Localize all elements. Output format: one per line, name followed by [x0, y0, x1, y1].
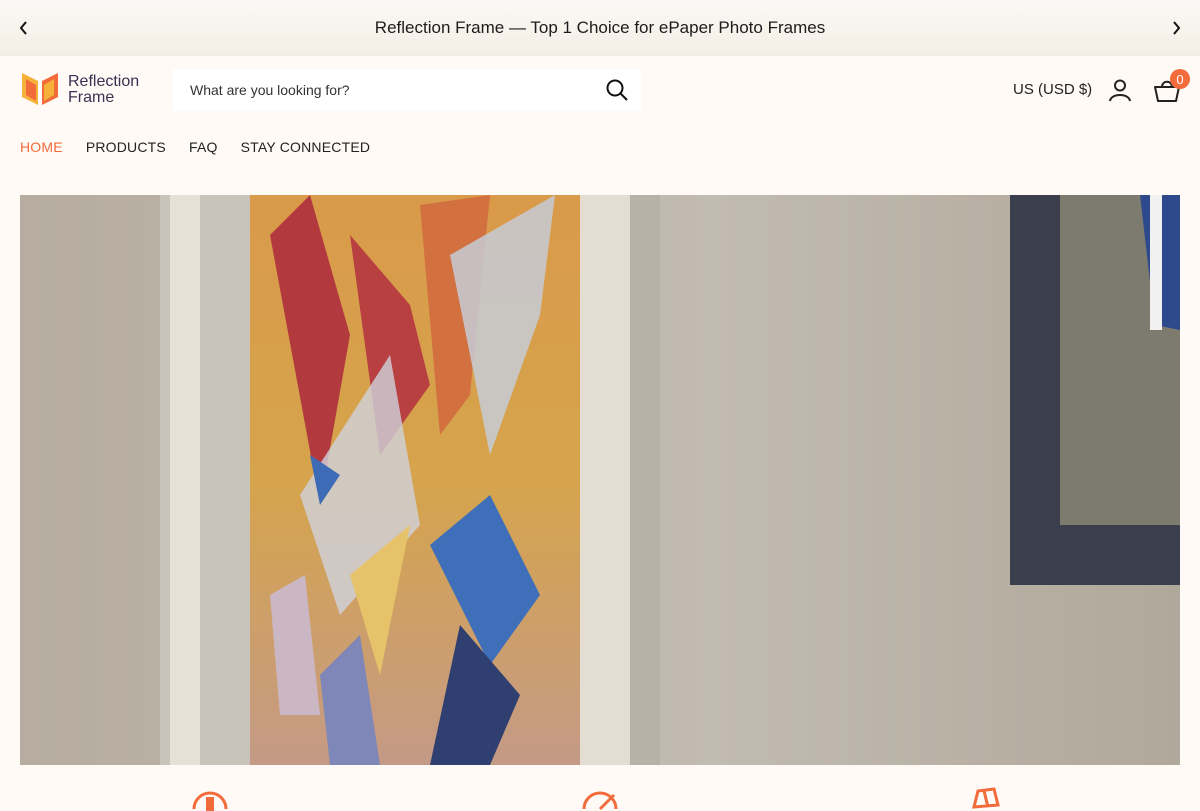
nav-item-home[interactable]: HOME	[20, 139, 63, 155]
announcement-bar: Reflection Frame — Top 1 Choice for ePap…	[0, 0, 1200, 56]
hero-photo-frames	[20, 195, 1180, 765]
hero-image	[20, 195, 1180, 765]
site-logo[interactable]: Reflection Frame	[20, 71, 139, 109]
cart-count-badge: 0	[1170, 69, 1190, 89]
search-button[interactable]	[605, 78, 629, 102]
speed-icon	[582, 791, 618, 811]
site-header: Reflection Frame US (USD $) 0	[0, 56, 1200, 126]
account-button[interactable]	[1108, 78, 1132, 102]
announcement-prev-button[interactable]	[10, 14, 38, 42]
search-bar	[173, 69, 641, 111]
main-nav: HOME PRODUCTS FAQ STAY CONNECTED	[20, 139, 393, 155]
currency-selector[interactable]: US (USD $)	[1013, 81, 1092, 98]
logo-line-1: Reflection	[68, 73, 140, 90]
chevron-right-icon	[1173, 21, 1181, 35]
gift-icon	[972, 787, 1000, 809]
logo-line-2: Frame	[68, 89, 115, 106]
logo-mark-icon	[22, 73, 58, 105]
announcement-text: Reflection Frame — Top 1 Choice for ePap…	[374, 18, 826, 37]
user-icon	[1109, 79, 1131, 102]
chevron-left-icon	[19, 21, 27, 35]
nav-item-stay-connected[interactable]: STAY CONNECTED	[241, 139, 371, 155]
nav-item-products[interactable]: PRODUCTS	[86, 139, 166, 155]
search-icon	[606, 79, 628, 101]
logo-text: Reflection Frame	[68, 74, 139, 106]
announcement-next-button[interactable]	[1162, 14, 1190, 42]
nav-item-faq[interactable]: FAQ	[189, 139, 218, 155]
search-input[interactable]	[188, 81, 592, 99]
support-icon	[192, 791, 228, 811]
